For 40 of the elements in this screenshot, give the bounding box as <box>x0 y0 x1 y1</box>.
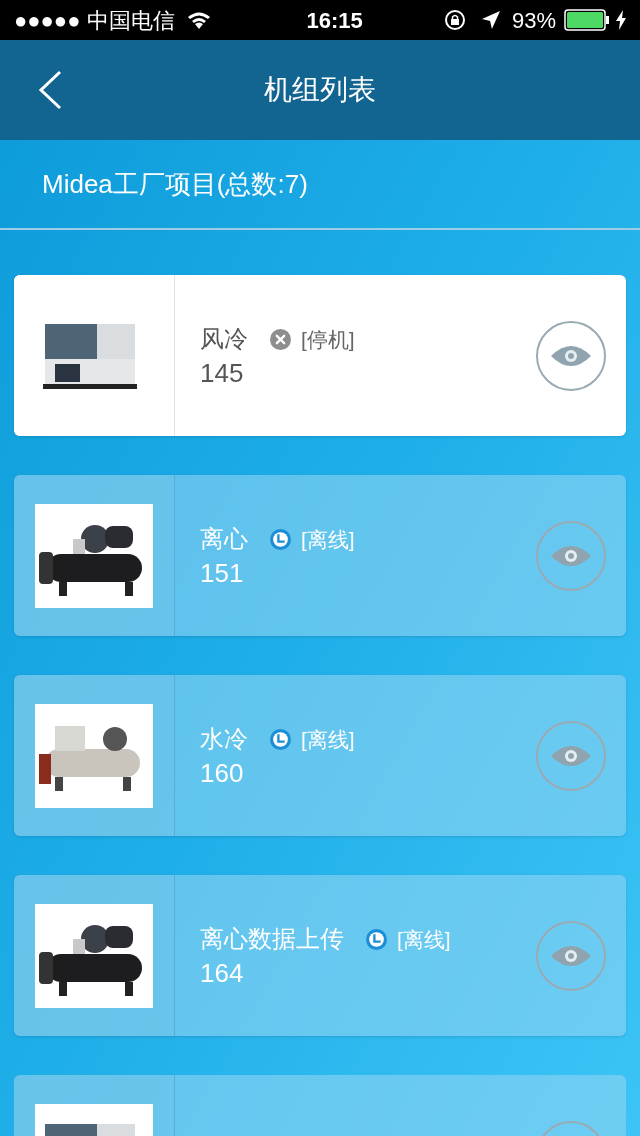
unit-card[interactable]: 风冷 [停机] 145 <box>14 275 626 436</box>
view-button[interactable] <box>536 720 606 791</box>
battery-percent: 93% <box>511 6 556 35</box>
unit-card[interactable]: 离心数据上传 [离线] 164 <box>14 875 626 1036</box>
battery-icon <box>564 9 610 31</box>
charging-icon <box>616 10 626 30</box>
back-button[interactable] <box>38 68 64 112</box>
eye-icon <box>551 543 591 568</box>
rotation-lock-icon <box>443 9 466 31</box>
carrier-label: ●●●●● 中国电信 <box>14 6 175 35</box>
unit-number: 160 <box>200 757 245 790</box>
eye-icon <box>551 943 591 968</box>
unit-name: 离心数据上传 <box>200 924 344 955</box>
view-button[interactable] <box>536 920 606 991</box>
unit-name: 水冷 <box>200 724 248 755</box>
unit-name: 风冷 <box>200 324 248 355</box>
close-circle-icon <box>270 328 291 350</box>
unit-status: [离线] <box>301 726 355 753</box>
unit-status: [离线] <box>397 926 451 953</box>
unit-status: [停机] <box>301 326 355 353</box>
project-title: Midea工厂项目(总数:7) <box>42 167 308 201</box>
unit-status: [离线] <box>301 526 355 553</box>
view-button[interactable] <box>536 520 606 591</box>
unit-number: 145 <box>200 357 245 390</box>
unit-card[interactable]: 水冷 [离线] 160 <box>14 675 626 836</box>
back-icon <box>38 70 62 110</box>
unit-name: 离心 <box>200 524 248 555</box>
eye-icon <box>551 343 591 368</box>
clock-icon <box>366 928 387 950</box>
clock-time: 16:15 <box>306 6 363 35</box>
unit-number: 151 <box>200 557 245 590</box>
page-title: 机组列表 <box>264 73 376 107</box>
view-button[interactable] <box>536 320 606 391</box>
wifi-icon <box>186 11 211 29</box>
clock-icon <box>270 528 291 550</box>
location-arrow-icon <box>481 11 500 29</box>
clock-icon <box>270 728 291 750</box>
unit-number: 164 <box>200 957 245 990</box>
eye-icon <box>551 743 591 768</box>
unit-card[interactable]: 离心 [离线] 151 <box>14 475 626 636</box>
